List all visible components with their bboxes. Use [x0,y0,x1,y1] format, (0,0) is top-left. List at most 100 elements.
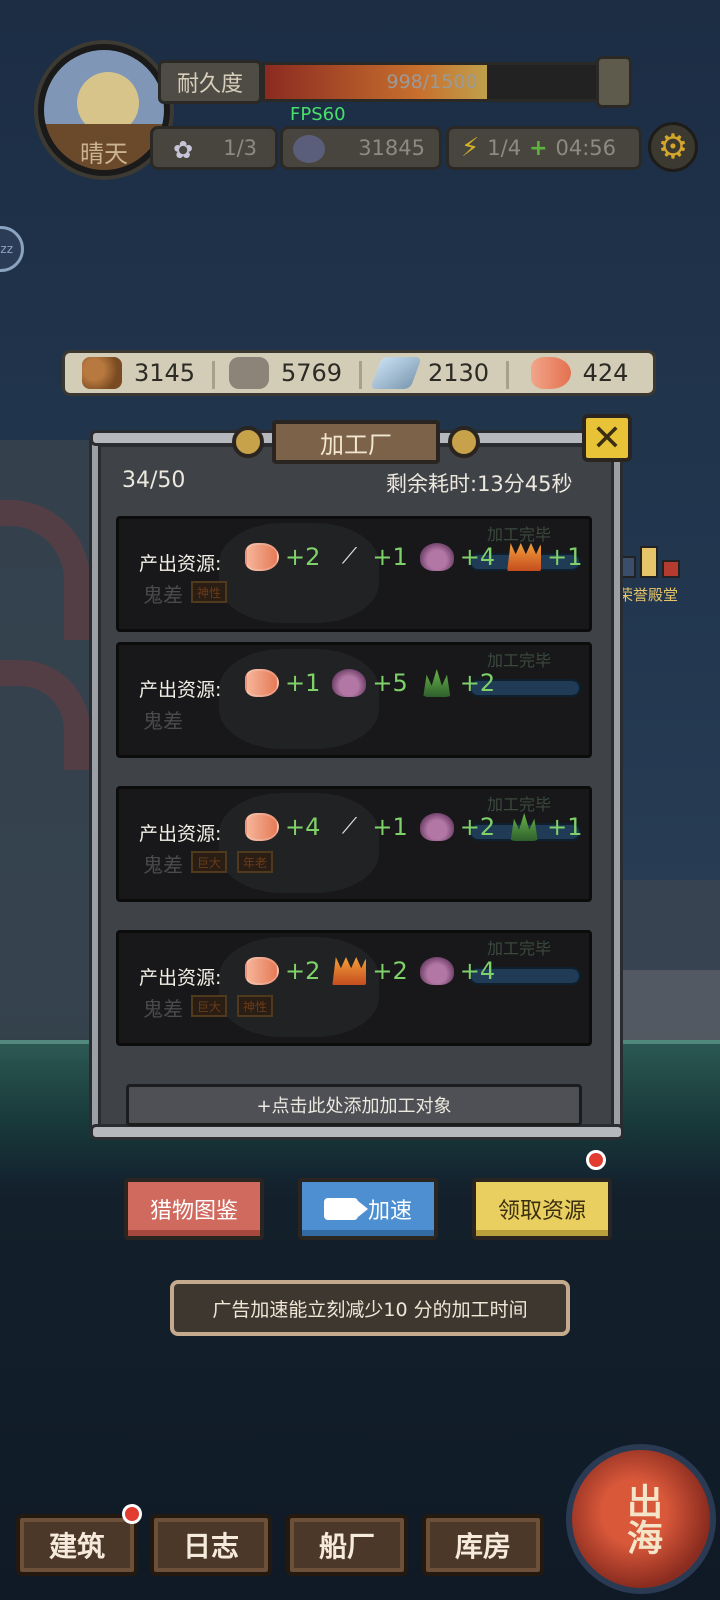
output-amount: +4 [285,813,321,841]
podium-1 [640,546,658,578]
output-amount: +2 [285,543,321,571]
crew-counter[interactable]: ✿ 1/3 [150,126,278,170]
resource-value: 5769 [280,359,343,387]
nav-build-button[interactable]: 建筑 [16,1514,138,1576]
creature-name: 鬼差 [143,853,183,877]
output-label: 产出资源: [139,553,222,575]
output-list: +4 ⟋ +1 +2 +1 [245,813,589,841]
crew-value: 1/3 [223,136,257,160]
nav-storage-button[interactable]: 库房 [422,1514,544,1576]
creature-tag: 巨大 [191,851,228,873]
fish-fillet-icon [245,669,279,697]
meat-icon [419,957,454,985]
output-label: 产出资源: [139,967,222,989]
output-amount: +2 [459,813,496,841]
processing-job[interactable]: 产出资源: 鬼差 加工完毕 +1 +5 +2 [116,642,592,758]
output-list: +2 +2 +4 [245,957,501,985]
prey-catalog-label: 猎物图鉴 [149,1199,238,1224]
collect-resources-button[interactable]: 领取资源 [472,1178,612,1240]
add-processing-button[interactable]: +点击此处添加加工对象 [126,1084,582,1126]
creature-silhouette [219,523,379,623]
creature-silhouette [219,937,379,1037]
close-button[interactable]: ✕ [582,414,632,462]
creature-tag: 神性 [237,995,274,1017]
collect-resources-label: 领取资源 [497,1199,586,1224]
background-boat [618,970,720,1040]
coin-counter[interactable]: 31845 [280,126,442,170]
add-energy-icon[interactable]: + [529,136,547,161]
processing-job[interactable]: 产出资源: 鬼差 神性 加工完毕 +2 ⟋ +1 +4 +1 [116,516,592,632]
resource-value: 3145 [133,359,196,387]
bone-icon: ⟋ [341,814,358,839]
meat-icon [419,543,454,571]
energy-counter[interactable]: ⚡ 1/4 + 04:56 [446,126,642,170]
durability-label: 耐久度 [158,60,262,104]
processing-job[interactable]: 产出资源: 鬼差 巨大 神性 加工完毕 +2 +2 +4 [116,930,592,1046]
fish-fillet-icon [245,957,279,985]
notification-dot [122,1504,142,1524]
output-amount: +1 [372,543,408,571]
settings-gear-icon[interactable]: ⚙ [648,122,698,172]
output-amount: +5 [372,669,408,697]
creature-tag: 巨大 [191,995,228,1017]
output-amount: +1 [372,813,408,841]
output-list: +1 +5 +2 [245,669,501,697]
creature-silhouette [219,649,379,749]
coral-icon [332,957,367,985]
sleep-icon[interactable]: zz [0,226,24,272]
notification-dot [586,1150,606,1170]
podium-3 [662,560,680,578]
meat-icon [332,669,367,697]
creature-tag: 神性 [191,581,228,603]
honor-label: 荣誉殿堂 [618,586,679,604]
speed-up-button[interactable]: 加速 [298,1178,438,1240]
set-sail-button[interactable]: 出海 [566,1444,716,1594]
output-amount: +1 [547,543,583,571]
creature-tag: 年老 [237,851,274,873]
resource-wood: 3145 [65,357,212,389]
processing-job[interactable]: 产出资源: 鬼差 巨大 年老 加工完毕 +4 ⟋ +1 +2 +1 [116,786,592,902]
fps-counter: FPS60 [290,104,346,125]
seaweed-icon [423,669,451,697]
resource-fish: 424 [506,357,653,389]
wood-icon [81,357,122,389]
podium-2 [618,556,636,578]
output-label: 产出资源: [139,823,222,845]
durability-value: 998/1500 [386,71,478,93]
panel-title: 加工厂 [272,420,440,464]
output-amount: +2 [285,957,321,985]
nav-label: 库房 [454,1530,511,1563]
panel-pipe-bottom [90,1124,624,1140]
output-amount: +1 [285,669,321,697]
capacity-counter: 34/50 [122,468,186,493]
title-ring-right [448,426,480,458]
nav-log-button[interactable]: 日志 [150,1514,272,1576]
remaining-time: 剩余耗时:13分45秒 [386,472,573,496]
fish-fillet-icon [245,813,279,841]
speed-up-label: 加速 [367,1199,412,1224]
output-amount: +2 [459,669,496,697]
set-sail-label: 出海 [621,1483,662,1555]
output-label: 产出资源: [139,679,222,701]
prey-catalog-button[interactable]: 猎物图鉴 [124,1178,264,1240]
resource-value: 424 [582,359,629,387]
job-status: 加工完毕 [487,651,552,670]
honor-hall[interactable]: 荣誉殿堂 [618,538,688,604]
output-amount: +4 [459,957,496,985]
job-status: 加工完毕 [487,525,552,544]
iron-icon [370,357,422,389]
output-amount: +1 [547,813,583,841]
output-list: +2 ⟋ +1 +4 +1 [245,543,589,571]
coral-icon [507,543,542,571]
fish-fillet-icon [245,543,279,571]
durability-cap [596,56,632,108]
weather-label: 晴天 [80,140,128,168]
stone-icon [228,357,269,389]
energy-timer: 04:56 [555,136,617,160]
nav-label: 建筑 [48,1530,105,1563]
nav-shipyard-button[interactable]: 船厂 [286,1514,408,1576]
creature-name: 鬼差 [143,709,183,733]
resource-iron: 2130 [359,357,506,389]
resource-value: 2130 [427,359,490,387]
durability-bar: 998/1500 [262,62,602,102]
